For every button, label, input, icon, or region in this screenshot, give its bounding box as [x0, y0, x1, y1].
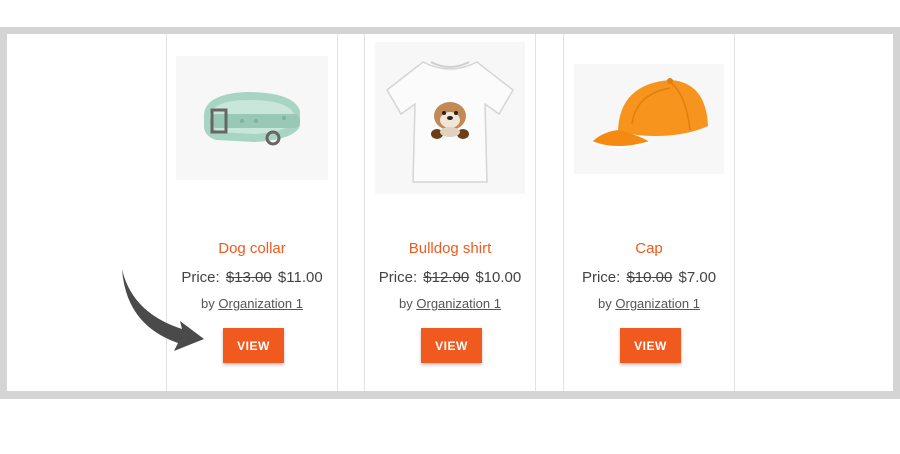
- product-name[interactable]: Bulldog shirt: [365, 240, 535, 257]
- new-price: $7.00: [678, 269, 717, 286]
- new-price: $11.00: [277, 269, 323, 286]
- view-button[interactable]: VIEW: [223, 328, 284, 363]
- product-vendor: by Organization 1: [564, 296, 734, 311]
- product-price: Price: $10.00 $7.00: [564, 269, 734, 286]
- old-price: $10.00: [626, 269, 673, 286]
- cap-image[interactable]: [564, 64, 734, 174]
- old-price: $12.00: [423, 269, 470, 286]
- price-label: Price:: [581, 269, 621, 286]
- organization-link[interactable]: Organization 1: [218, 296, 303, 311]
- organization-link[interactable]: Organization 1: [416, 296, 501, 311]
- by-label: by: [598, 296, 612, 311]
- by-label: by: [399, 296, 413, 311]
- product-price: Price: $12.00 $10.00: [365, 269, 535, 286]
- price-label: Price:: [378, 269, 418, 286]
- organization-link[interactable]: Organization 1: [615, 296, 700, 311]
- column-divider: [734, 34, 735, 391]
- new-price: $10.00: [475, 269, 522, 286]
- column-divider: [337, 34, 338, 391]
- old-price: $13.00: [225, 269, 272, 286]
- dog-collar-image[interactable]: [167, 56, 337, 180]
- product-card-cap: Cap Price: $10.00 $7.00 by Organization …: [564, 34, 734, 391]
- view-button[interactable]: VIEW: [620, 328, 681, 363]
- curved-arrow-icon: [122, 269, 204, 351]
- view-button[interactable]: VIEW: [421, 328, 482, 363]
- column-divider: [535, 34, 536, 391]
- product-name[interactable]: Cap: [564, 240, 734, 257]
- product-card-bulldog-shirt: Bulldog shirt Price: $12.00 $10.00 by Or…: [365, 34, 535, 391]
- product-vendor: by Organization 1: [365, 296, 535, 311]
- product-name[interactable]: Dog collar: [167, 240, 337, 257]
- bulldog-shirt-image[interactable]: [365, 42, 535, 194]
